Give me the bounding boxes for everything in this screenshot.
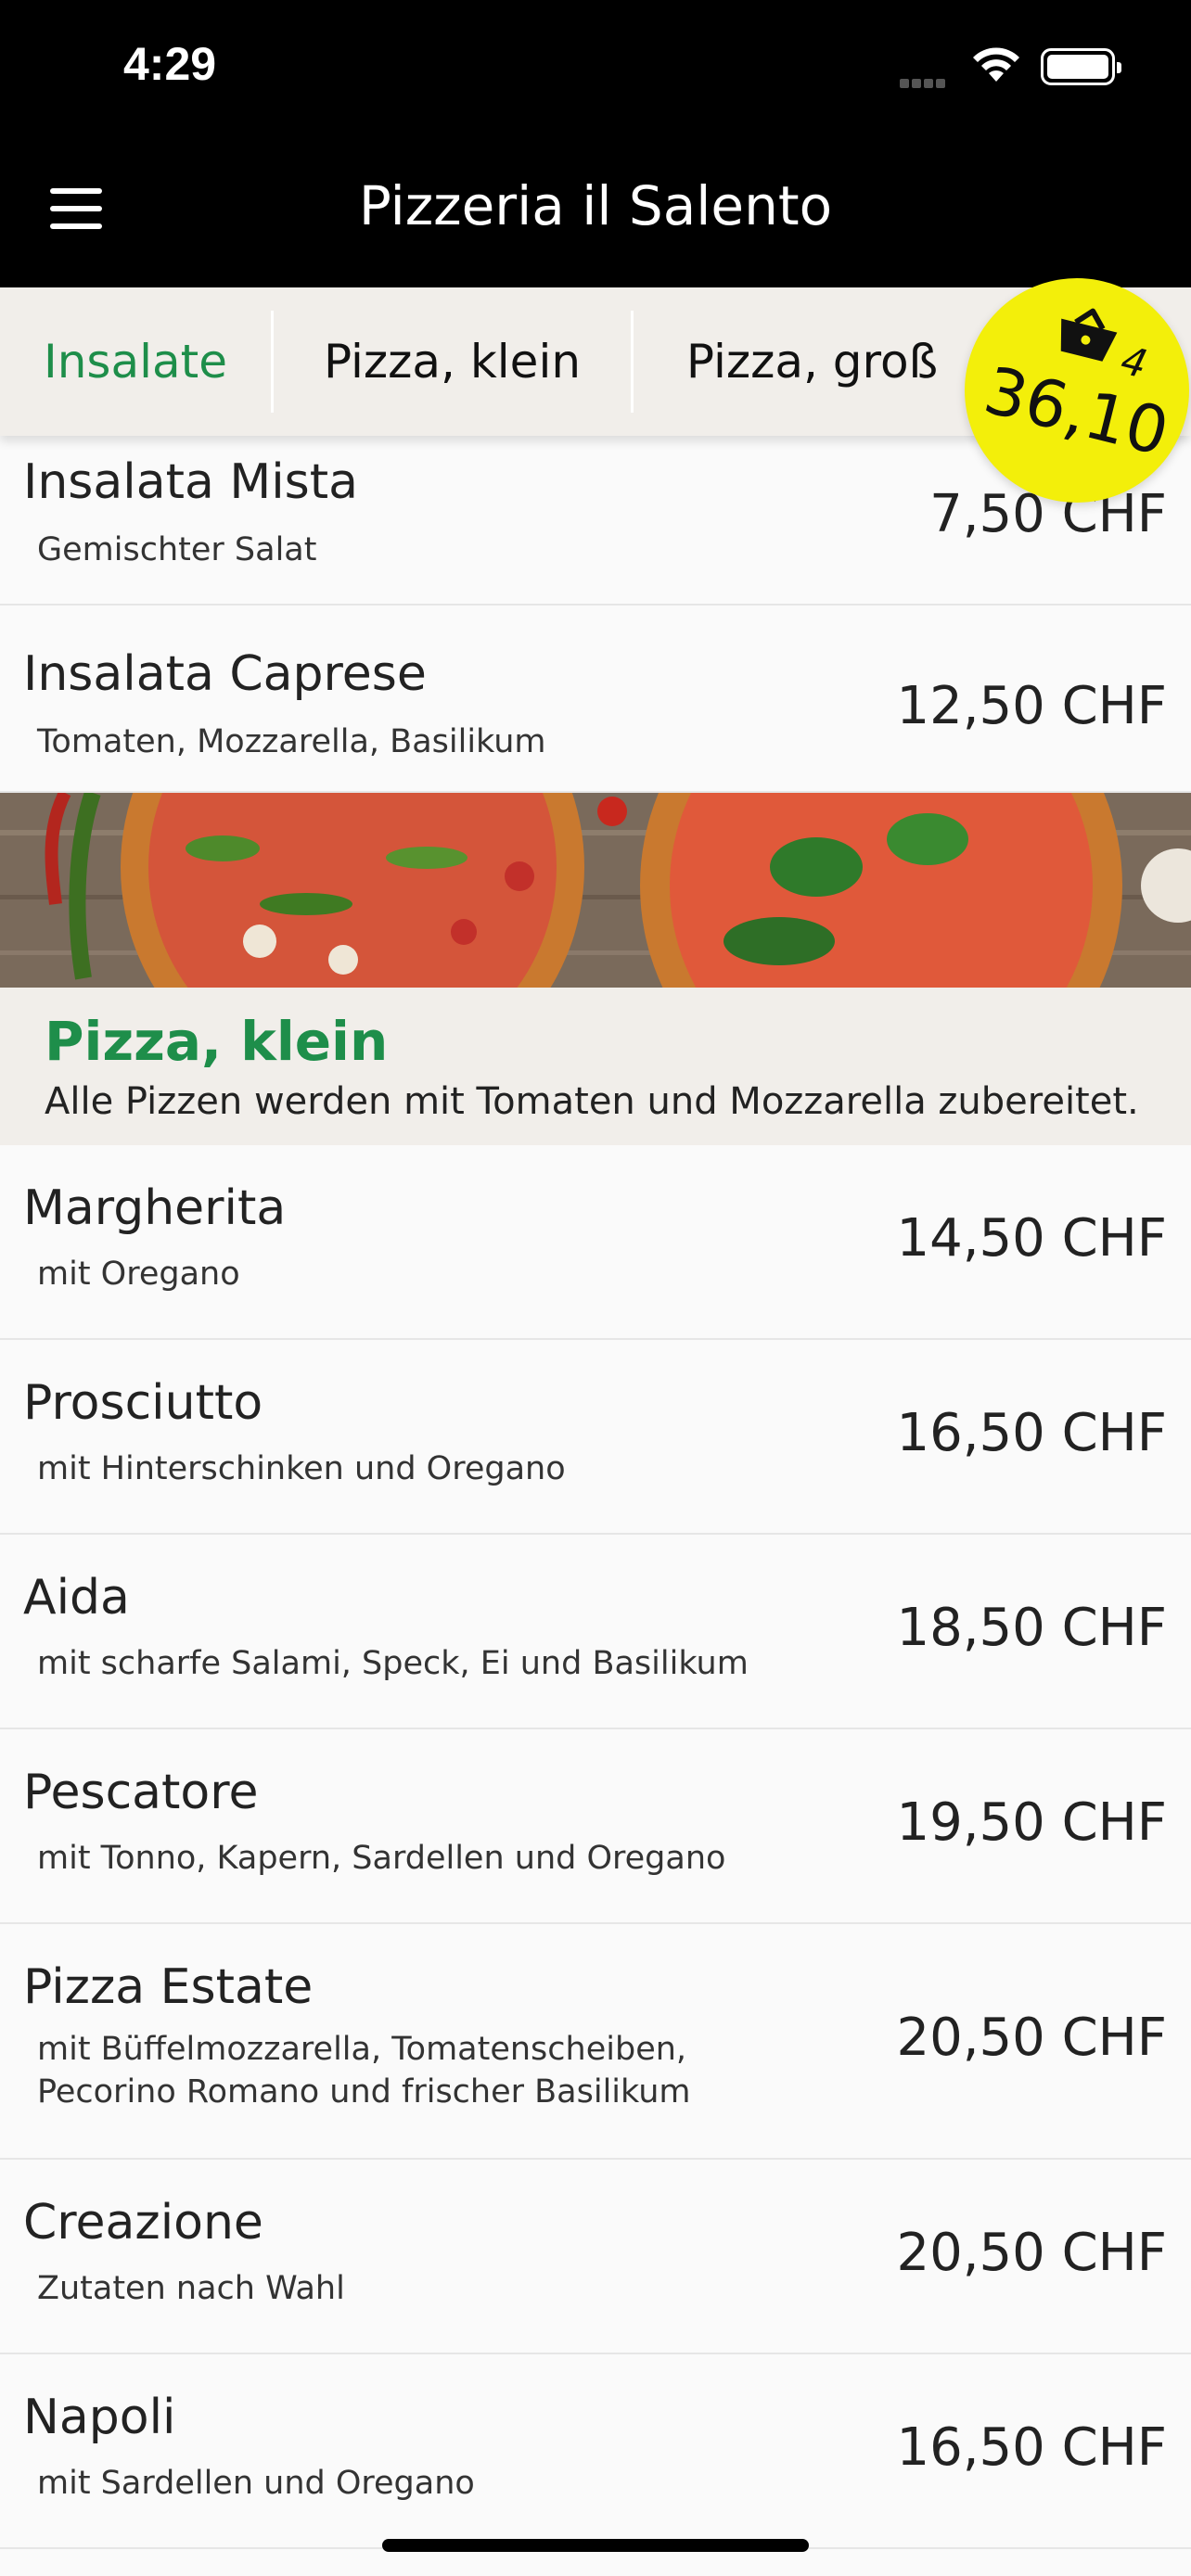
app-title: Pizzeria il Salento [358,174,833,237]
item-description: mit Tonno, Kapern, Sardellen und Oregano [37,1840,726,1877]
item-name: Aida [23,1570,130,1626]
item-description: Tomaten, Mozzarella, Basilikum [37,723,546,760]
menu-item[interactable]: Margherita mit Oregano 14,50 CHF [0,1145,1191,1340]
item-name: Margherita [23,1180,287,1236]
item-description: mit Sardellen und Oregano [37,2465,475,2502]
pizza-banner-image [0,793,1191,988]
item-description: mit scharfe Salami, Speck, Ei und Basili… [37,1645,749,1682]
item-name: Napoli [23,2390,176,2445]
cart-total: 36,10 [977,351,1176,471]
item-price: 14,50 CHF [896,1208,1167,1269]
item-name: Insalata Caprese [23,646,427,702]
item-price: 20,50 CHF [896,2223,1167,2283]
tab-insalate[interactable]: Insalate [0,287,271,436]
status-time: 4:29 [123,38,217,90]
battery-icon [1041,48,1121,85]
item-price: 16,50 CHF [896,2417,1167,2478]
app-header: 4:29 Pizzeria il Salento [0,0,1191,287]
menu-item[interactable]: Pizza Estate mit Büffelmozzarella, Tomat… [0,1924,1191,2160]
item-name: Prosciutto [23,1375,263,1431]
menu-item[interactable]: Prosciutto mit Hinterschinken und Oregan… [0,1340,1191,1535]
menu-item[interactable]: Creazione Zutaten nach Wahl 20,50 CHF [0,2160,1191,2354]
section-header: Pizza, klein Alle Pizzen werden mit Toma… [0,988,1191,1145]
menu-item[interactable]: Pescatore mit Tonno, Kapern, Sardellen u… [0,1729,1191,1924]
item-description: Gemischter Salat [37,531,317,568]
cart-button[interactable]: 4 36,10 [965,278,1189,503]
item-name: Pescatore [23,1765,259,1820]
section-title: Pizza, klein [45,1010,389,1073]
item-price: 18,50 CHF [896,1598,1167,1658]
item-price: 12,50 CHF [896,676,1167,736]
item-price: 16,50 CHF [896,1403,1167,1463]
menu-list: Insalata Mista Gemischter Salat 7,50 CHF… [0,436,1191,2549]
menu-item[interactable]: Aida mit scharfe Salami, Speck, Ei und B… [0,1535,1191,1729]
home-indicator [382,2539,809,2552]
cart-item-count: 4 [1116,337,1152,388]
wifi-icon [973,47,1019,82]
item-price: 20,50 CHF [896,2008,1167,2068]
item-description: mit Büffelmozzarella, Tomatenscheiben, P… [37,2031,691,2111]
tab-pizza-klein[interactable]: Pizza, klein [274,287,631,436]
item-description: Zutaten nach Wahl [37,2270,345,2307]
section-subtitle: Alle Pizzen werden mit Tomaten und Mozza… [45,1080,1139,1123]
item-name: Creazione [23,2195,263,2251]
cellular-signal-icon [900,74,948,92]
tab-pizza-gross[interactable]: Pizza, groß [634,287,991,436]
item-name: Insalata Mista [23,454,359,510]
menu-item[interactable]: Napoli mit Sardellen und Oregano 16,50 C… [0,2354,1191,2549]
item-price: 19,50 CHF [896,1792,1167,1853]
item-name: Pizza Estate [23,1959,314,2015]
menu-item[interactable]: Insalata Caprese Tomaten, Mozzarella, Ba… [0,606,1191,793]
shopping-basket-icon [1060,308,1118,362]
item-description: mit Hinterschinken und Oregano [37,1450,566,1487]
item-description: mit Oregano [37,1256,240,1293]
